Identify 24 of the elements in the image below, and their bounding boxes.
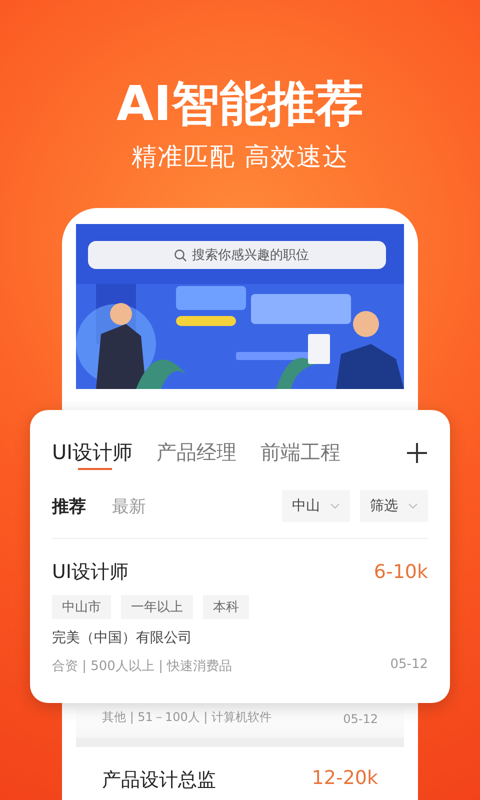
post-date: 05-12 [390, 657, 428, 674]
job-tab[interactable]: 前端工程 [260, 438, 341, 470]
salary: 12-20k [312, 767, 378, 791]
filter-dropdown[interactable]: 中山 [282, 490, 350, 522]
salary: 6-10k [374, 561, 428, 583]
company-name: 完美（中国）有限公司 [52, 629, 193, 647]
job-tag: 本科 [203, 595, 249, 619]
job-tag: 一年以上 [121, 595, 193, 619]
filter-dropdown[interactable]: 筛选 [360, 490, 428, 522]
search-icon [174, 249, 187, 262]
chevron-down-icon [330, 503, 340, 509]
add-icon[interactable] [406, 442, 428, 464]
headline: AI智能推荐 [116, 76, 364, 132]
post-date: 05-12 [343, 712, 378, 726]
sort-tab[interactable]: 推荐 [52, 494, 86, 518]
job-title: UI设计师 [52, 560, 129, 585]
search-field[interactable]: 搜索你感兴趣的职位 [88, 241, 386, 269]
company-info: 其他 | 51－100人 | 计算机软件 [102, 709, 272, 726]
job-tag: 中山市 [52, 595, 111, 619]
company-info: 合资 | 500人以上 | 快速消费品 [52, 658, 232, 675]
subheadline: 精准匹配 高效速达 [132, 142, 348, 172]
job-title: 产品设计总监 [102, 768, 216, 793]
chevron-down-icon [408, 503, 418, 509]
job-tab[interactable]: 产品经理 [156, 438, 237, 470]
